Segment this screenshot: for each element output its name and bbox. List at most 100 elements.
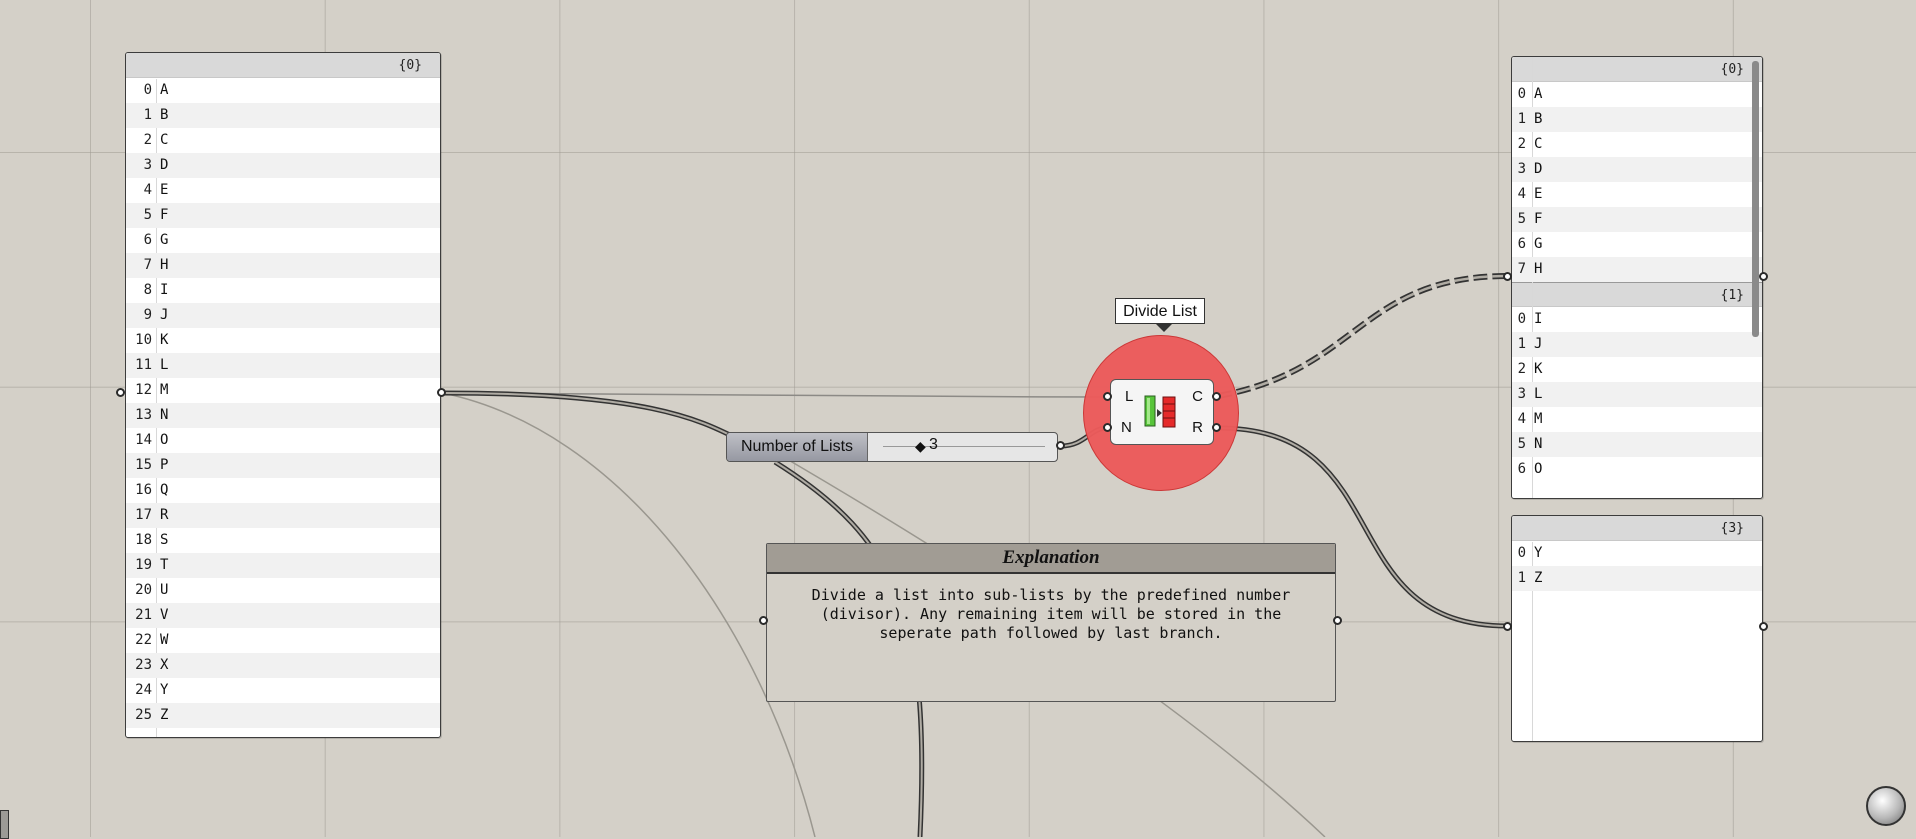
item-value: U bbox=[160, 582, 169, 598]
item-value: G bbox=[1534, 236, 1543, 252]
list-item: 7H bbox=[1512, 257, 1762, 282]
list-item: 3L bbox=[1512, 382, 1762, 407]
item-value: M bbox=[1534, 411, 1543, 427]
grip-l[interactable] bbox=[1103, 392, 1112, 401]
list-item: 18 S bbox=[126, 528, 440, 553]
explanation-group[interactable]: Explanation Divide a list into sub-lists… bbox=[766, 543, 1336, 702]
list-item: 0A bbox=[1512, 82, 1762, 107]
list-item: 11 L bbox=[126, 353, 440, 378]
list-item: 9J bbox=[126, 303, 440, 328]
panel-scrollbar[interactable] bbox=[1752, 61, 1759, 337]
branch-path-label: {3} bbox=[1512, 516, 1762, 541]
item-value: X bbox=[160, 657, 169, 673]
list-item: 4E bbox=[1512, 182, 1762, 207]
divide-list-component[interactable]: L N C R bbox=[1110, 379, 1214, 445]
list-item: 24 Y bbox=[126, 678, 440, 703]
item-index: 4 bbox=[143, 182, 152, 198]
list-item: 3D bbox=[1512, 157, 1762, 182]
item-index: 2 bbox=[1517, 136, 1526, 152]
item-index: 14 bbox=[135, 432, 152, 448]
list-item: 0Y bbox=[1512, 541, 1762, 566]
input-list-panel[interactable]: {0} 0 A 1 B 2 C 3 D 4 E 5 F 6 G 7 H 8 I 9 J 10 K 11 L 12 M 13 N 14 O 1… bbox=[125, 52, 441, 738]
explanation-line: seperate path followed by last branch. bbox=[879, 624, 1223, 642]
panel-input-grip[interactable] bbox=[116, 388, 125, 397]
item-index: 0 bbox=[1517, 86, 1526, 102]
c-panel-input-grip[interactable] bbox=[1503, 272, 1512, 281]
item-value: W bbox=[160, 632, 169, 648]
list-item: 17 R bbox=[126, 503, 440, 528]
item-value: K bbox=[1534, 361, 1543, 377]
grip-r[interactable] bbox=[1212, 423, 1221, 432]
grip-n[interactable] bbox=[1103, 423, 1112, 432]
list-item: 1B bbox=[1512, 107, 1762, 132]
item-index: 5 bbox=[143, 207, 152, 223]
item-value: P bbox=[160, 457, 169, 473]
slider-track[interactable] bbox=[883, 446, 1045, 447]
item-index: 7 bbox=[1517, 261, 1526, 277]
item-value: S bbox=[160, 532, 169, 548]
item-value: K bbox=[160, 332, 169, 348]
divide-list-icon bbox=[1144, 395, 1176, 428]
input-port-n[interactable]: N bbox=[1121, 419, 1132, 436]
list-item: 1J bbox=[1512, 332, 1762, 357]
list-item: 22 W bbox=[126, 628, 440, 653]
item-index: 1 bbox=[1517, 570, 1526, 586]
item-value: Z bbox=[160, 707, 169, 723]
item-index: 5 bbox=[1517, 211, 1526, 227]
note-output-grip[interactable] bbox=[1333, 616, 1342, 625]
input-port-l[interactable]: L bbox=[1125, 388, 1133, 405]
item-index: 6 bbox=[1517, 461, 1526, 477]
explanation-title: Explanation bbox=[767, 544, 1335, 574]
item-index: 22 bbox=[135, 632, 152, 648]
item-value: Q bbox=[160, 482, 169, 498]
c-panel-output-grip[interactable] bbox=[1759, 272, 1768, 281]
navigation-ball-icon[interactable] bbox=[1866, 786, 1906, 826]
list-item: 5F bbox=[126, 203, 440, 228]
item-value: L bbox=[1534, 386, 1543, 402]
item-value: F bbox=[160, 207, 169, 223]
list-item: 23 X bbox=[126, 653, 440, 678]
item-index: 24 bbox=[135, 682, 152, 698]
item-value: C bbox=[160, 132, 169, 148]
slider-output-grip[interactable] bbox=[1056, 441, 1065, 450]
item-index: 3 bbox=[1517, 386, 1526, 402]
number-slider[interactable]: Number of Lists ◆ 3 bbox=[726, 432, 1058, 462]
note-input-grip[interactable] bbox=[759, 616, 768, 625]
item-index: 10 bbox=[135, 332, 152, 348]
output-port-c[interactable]: C bbox=[1192, 388, 1203, 405]
r-panel-input-grip[interactable] bbox=[1503, 622, 1512, 631]
item-index: 15 bbox=[135, 457, 152, 473]
list-item: 25 Z bbox=[126, 703, 440, 728]
grip-c[interactable] bbox=[1212, 392, 1221, 401]
item-value: J bbox=[1534, 336, 1543, 352]
item-value: B bbox=[1534, 111, 1543, 127]
list-item: 4E bbox=[126, 178, 440, 203]
list-item: 1Z bbox=[1512, 566, 1762, 591]
explanation-line: Divide a list into sub-lists by the pred… bbox=[811, 586, 1291, 604]
item-value: E bbox=[160, 182, 169, 198]
canvas-corner-widget[interactable] bbox=[0, 810, 9, 839]
branch-path-label: {0} bbox=[126, 53, 440, 78]
c-output-panel[interactable]: {0} 0 A 1 B 2 C 3 D 4 E 5 F 6 G 7 H {1} 0 I 1 J 2 K 3 L 4 M 5 N 6 O bbox=[1511, 56, 1763, 499]
item-index: 11 bbox=[135, 357, 152, 373]
list-item: 1B bbox=[126, 103, 440, 128]
c-output-wire bbox=[1217, 273, 1509, 399]
item-value: N bbox=[160, 407, 169, 423]
r-output-panel[interactable]: {3} 0Y1Z bbox=[1511, 515, 1763, 742]
item-value: H bbox=[160, 257, 169, 273]
r-panel-output-grip[interactable] bbox=[1759, 622, 1768, 631]
item-value: T bbox=[160, 557, 169, 573]
list-item: 6G bbox=[126, 228, 440, 253]
item-value: H bbox=[1534, 261, 1543, 277]
slider-knob-icon[interactable]: ◆ bbox=[915, 438, 926, 455]
panel-output-grip[interactable] bbox=[437, 388, 446, 397]
item-index: 21 bbox=[135, 607, 152, 623]
item-value: O bbox=[1534, 461, 1543, 477]
item-value: I bbox=[1534, 311, 1543, 327]
item-index: 0 bbox=[1517, 311, 1526, 327]
item-index: 7 bbox=[143, 257, 152, 273]
output-port-r[interactable]: R bbox=[1192, 419, 1203, 436]
item-value: A bbox=[160, 82, 169, 98]
item-index: 0 bbox=[143, 82, 152, 98]
list-item: 2C bbox=[126, 128, 440, 153]
